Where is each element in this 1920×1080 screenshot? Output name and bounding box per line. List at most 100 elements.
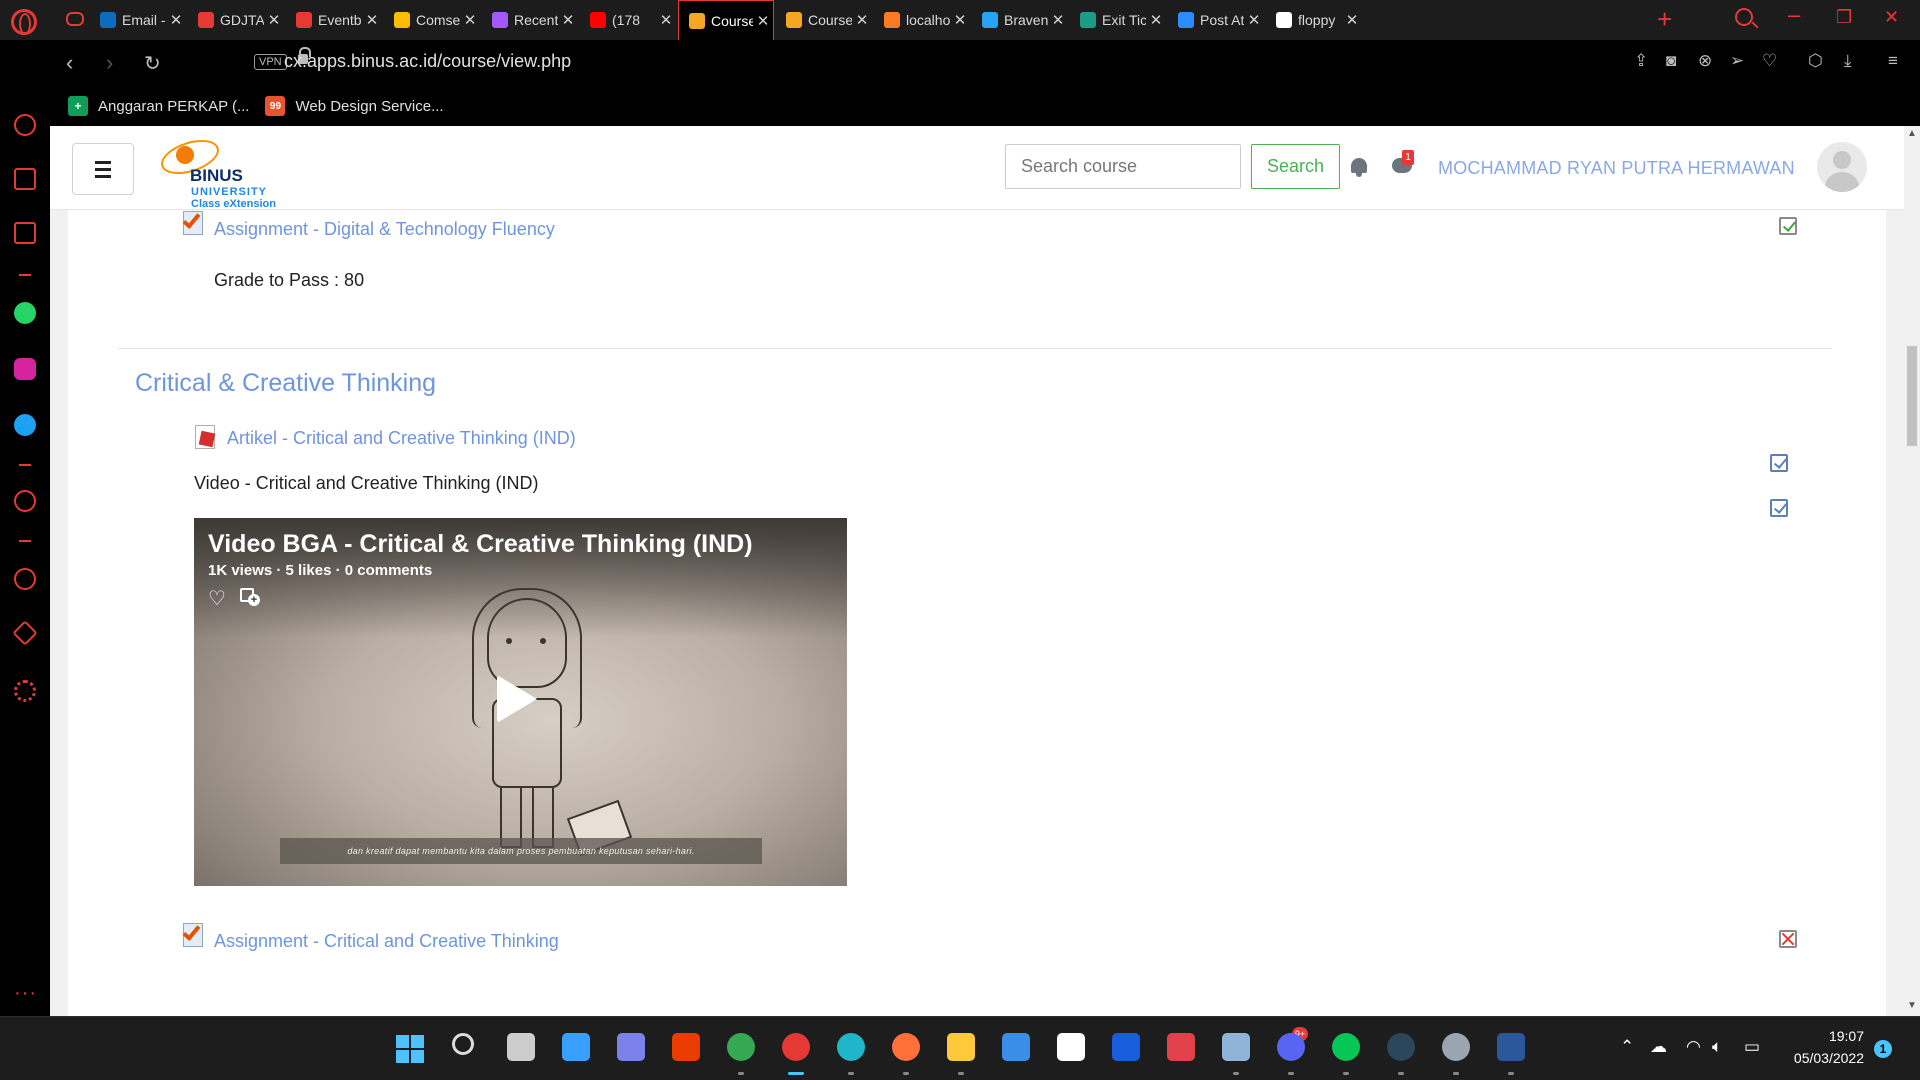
file-explorer-icon[interactable]: [947, 1033, 975, 1061]
share-icon[interactable]: ⇪: [1634, 51, 1648, 71]
back-icon[interactable]: ‹: [66, 50, 73, 76]
assignment-cct-link[interactable]: Assignment - Critical and Creative Think…: [214, 931, 559, 952]
tab-1[interactable]: GDJTAL✕: [188, 0, 284, 40]
search-icon[interactable]: [452, 1033, 474, 1055]
scrollbar[interactable]: ▲ ▼: [1904, 126, 1920, 1016]
tab-4[interactable]: Recent ✕: [482, 0, 578, 40]
twitch-icon[interactable]: [14, 222, 36, 244]
tab-close-icon[interactable]: ✕: [950, 11, 970, 29]
add-to-collection-icon[interactable]: [240, 588, 260, 606]
bell-icon[interactable]: [1351, 158, 1367, 177]
mail-icon[interactable]: [1002, 1033, 1030, 1061]
download-icon[interactable]: ⤓: [1844, 51, 1852, 71]
like-icon[interactable]: ♡: [208, 586, 226, 611]
tab-3[interactable]: Comser✕: [384, 0, 480, 40]
menu-toggle-button[interactable]: [72, 143, 134, 195]
wifi-icon[interactable]: ◠: [1686, 1037, 1701, 1057]
battery-icon[interactable]: ▭: [1744, 1037, 1760, 1057]
tab-8[interactable]: localhos✕: [874, 0, 970, 40]
settings-icon[interactable]: [14, 680, 36, 702]
tab-12[interactable]: floppy ✕: [1266, 0, 1362, 40]
opera-icon[interactable]: [782, 1033, 810, 1061]
completion-checkbox[interactable]: [1770, 454, 1788, 472]
steam-icon[interactable]: [1387, 1033, 1415, 1061]
tab-6[interactable]: Course ✕: [678, 0, 774, 40]
scroll-down-icon[interactable]: ▼: [1907, 1000, 1917, 1011]
office-icon[interactable]: [672, 1033, 700, 1061]
tab-close-icon[interactable]: ✕: [558, 11, 578, 29]
clock-time[interactable]: 19:07: [1822, 1028, 1864, 1044]
tab-2[interactable]: Eventbr ✕: [286, 0, 382, 40]
game-controller-icon[interactable]: [1222, 1033, 1250, 1061]
edge-icon[interactable]: [837, 1033, 865, 1061]
tab-close-icon[interactable]: ✕: [264, 11, 284, 29]
tab-close-icon[interactable]: ✕: [1048, 11, 1068, 29]
tab-7[interactable]: Course ✕: [776, 0, 872, 40]
scrollbar-thumb[interactable]: [1907, 346, 1917, 446]
clock-date[interactable]: 05/03/2022: [1784, 1050, 1864, 1066]
widgets-icon[interactable]: [562, 1033, 590, 1061]
avatar[interactable]: [1817, 142, 1867, 192]
tab-close-icon[interactable]: ✕: [1244, 11, 1264, 29]
completion-checkbox[interactable]: [1779, 217, 1797, 235]
tab-close-icon[interactable]: ✕: [753, 12, 773, 30]
restore-icon[interactable]: ❐: [1836, 7, 1852, 28]
send-icon[interactable]: ➢: [1730, 51, 1744, 71]
url-field[interactable]: cx.apps.binus.ac.id/course/view.php: [284, 51, 571, 72]
player-icon[interactable]: [14, 490, 36, 512]
whatsapp-icon[interactable]: [14, 302, 36, 324]
gamepad-icon[interactable]: [66, 12, 84, 26]
firefox-icon[interactable]: [892, 1033, 920, 1061]
volume-icon[interactable]: 🔈︎: [1712, 1037, 1722, 1057]
adblock-icon[interactable]: ⊗: [1698, 51, 1712, 71]
speed-dial-icon[interactable]: [14, 114, 36, 136]
video-title[interactable]: Video BGA - Critical & Creative Thinking…: [208, 530, 753, 559]
bookmark-web-design[interactable]: 99 Web Design Service...: [265, 96, 444, 116]
onedrive-icon[interactable]: ☁: [1650, 1037, 1667, 1057]
close-window-icon[interactable]: ✕: [1884, 7, 1899, 28]
tab-10[interactable]: Exit Tick✕: [1070, 0, 1166, 40]
play-icon[interactable]: [497, 675, 537, 723]
shopping-icon[interactable]: [14, 168, 36, 190]
line-icon[interactable]: [1332, 1033, 1360, 1061]
extensions-icon[interactable]: [12, 620, 38, 646]
tab-close-icon[interactable]: ✕: [1146, 11, 1166, 29]
search-button[interactable]: Search: [1251, 144, 1340, 189]
crypto-wallet-icon[interactable]: ⬡: [1808, 51, 1823, 71]
opera-menu-icon[interactable]: [11, 9, 37, 35]
minimize-icon[interactable]: –: [1788, 2, 1800, 28]
chevron-up-icon[interactable]: ⌃: [1620, 1037, 1634, 1057]
heart-icon[interactable]: ♡: [1762, 51, 1777, 71]
tab-11[interactable]: Post Att ✕: [1168, 0, 1264, 40]
teams-chat-icon[interactable]: [617, 1033, 645, 1061]
tab-search-icon[interactable]: [1735, 8, 1753, 26]
history-icon[interactable]: [14, 568, 36, 590]
tab-close-icon[interactable]: ✕: [1342, 11, 1362, 29]
tab-close-icon[interactable]: ✕: [362, 11, 382, 29]
section-title[interactable]: Critical & Creative Thinking: [135, 369, 436, 398]
discord-icon[interactable]: [1277, 1033, 1305, 1061]
user-name-link[interactable]: MOCHAMMAD RYAN PUTRA HERMAWAN: [1438, 158, 1795, 179]
windows-start-icon[interactable]: [396, 1035, 424, 1063]
tab-close-icon[interactable]: ✕: [460, 11, 480, 29]
bookmark-anggaran[interactable]: + Anggaran PERKAP (...: [68, 96, 249, 116]
more-icon[interactable]: ···: [14, 982, 37, 1005]
bitwarden-icon[interactable]: [1112, 1033, 1140, 1061]
word-icon[interactable]: [1497, 1033, 1525, 1061]
completion-fail-checkbox[interactable]: [1779, 930, 1797, 948]
completion-checkbox[interactable]: [1770, 499, 1788, 517]
tab-close-icon[interactable]: ✕: [852, 11, 872, 29]
snapshot-icon[interactable]: ◙: [1666, 51, 1676, 71]
dropbox-icon[interactable]: [1057, 1033, 1085, 1061]
article-link[interactable]: Artikel - Critical and Creative Thinking…: [227, 428, 576, 449]
task-view-icon[interactable]: [507, 1033, 535, 1061]
notification-badge[interactable]: 1: [1874, 1040, 1892, 1058]
twitter-icon[interactable]: [14, 414, 36, 436]
instagram-icon[interactable]: [14, 358, 36, 380]
assignment-dtf-link[interactable]: Assignment - Digital & Technology Fluenc…: [214, 219, 555, 240]
vpn-badge[interactable]: VPN: [254, 54, 287, 70]
forward-icon[interactable]: ›: [106, 50, 113, 76]
video-player[interactable]: Video BGA - Critical & Creative Thinking…: [194, 518, 847, 886]
tab-0[interactable]: Email - ✕: [90, 0, 186, 40]
easy-setup-icon[interactable]: ≡: [1888, 51, 1898, 71]
